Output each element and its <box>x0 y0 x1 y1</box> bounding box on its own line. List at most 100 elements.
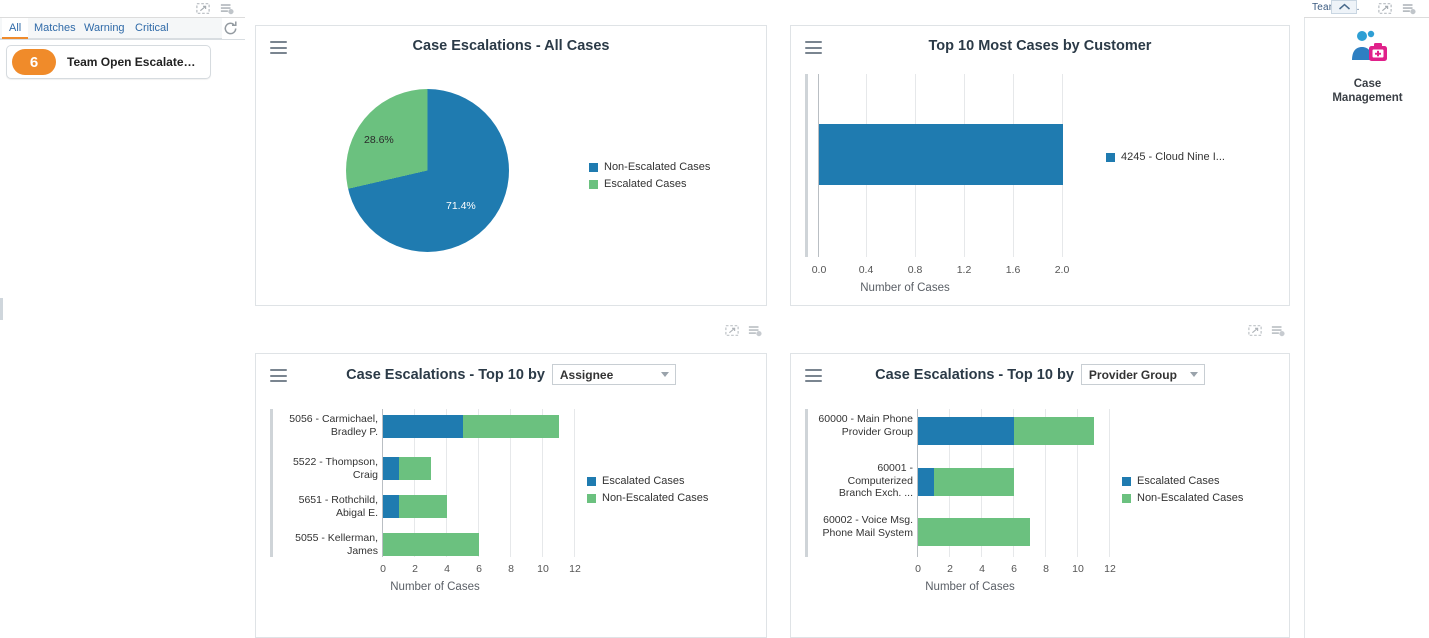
legend-item[interactable]: Escalated Cases <box>1122 475 1243 487</box>
kpi-card-team-open-escalated[interactable]: 6 Team Open Escalated ... <box>6 45 211 79</box>
snapshot-icon[interactable] <box>1248 324 1262 337</box>
x-axis-title: Number of Cases <box>925 581 1015 593</box>
right-panel-item-case-management[interactable]: Case Management <box>1305 28 1429 105</box>
y-axis-outline <box>270 409 273 557</box>
bar-chart-customer: 0.0 0.4 0.8 1.2 1.6 2.0 Number of Cases <box>805 74 1275 294</box>
bar-segment-escalated[interactable] <box>383 415 463 438</box>
tab-critical[interactable]: Critical <box>128 18 176 39</box>
legend-item[interactable]: Non-Escalated Cases <box>587 492 708 504</box>
legend-swatch-green <box>587 493 596 503</box>
bar-segment-non-escalated[interactable] <box>1014 417 1094 445</box>
bar-chart-provider: 60000 - Main Phone Provider Group 60001 … <box>805 404 1285 624</box>
legend-swatch-green <box>589 179 598 189</box>
pie-chart[interactable] <box>346 89 509 252</box>
chevron-down-icon <box>660 372 669 377</box>
x-tick-label: 12 <box>1104 563 1116 575</box>
bar-segment-escalated[interactable] <box>383 457 399 480</box>
export-report-icon[interactable] <box>1271 324 1285 337</box>
bar-segment-non-escalated[interactable] <box>463 415 559 438</box>
chevron-up-icon <box>1338 3 1350 10</box>
panel-case-escalations-top10-assignee: Case Escalations - Top 10 by Assignee 50… <box>255 353 767 638</box>
case-management-icon <box>1351 30 1387 61</box>
legend-label: Escalated Cases <box>602 475 685 487</box>
export-report-icon[interactable] <box>1402 2 1416 15</box>
legend-item[interactable]: Escalated Cases <box>589 178 710 190</box>
x-tick-label: 12 <box>569 563 581 575</box>
cell-toolbar-top-left <box>196 2 234 15</box>
legend-label: Non-Escalated Cases <box>1137 492 1244 504</box>
legend-item[interactable]: 4245 - Cloud Nine I... <box>1106 151 1225 163</box>
bar-segment-non-escalated[interactable] <box>399 457 431 480</box>
y-category-label: 5651 - Rothchild, Abigal E. <box>298 494 378 519</box>
x-axis-title: Number of Cases <box>860 282 950 294</box>
group-by-select-assignee[interactable]: Assignee <box>551 364 676 385</box>
legend-item[interactable]: Non-Escalated Cases <box>589 161 710 173</box>
legend-swatch-green <box>1122 493 1131 503</box>
cell-toolbar-provider <box>1248 324 1296 337</box>
tab-all[interactable]: All <box>2 18 29 39</box>
bar-segment-escalated[interactable] <box>383 495 399 518</box>
y-category-label: 5522 - Thompson, Craig <box>292 456 378 481</box>
bar-segment-non-escalated[interactable] <box>918 518 1030 546</box>
cell-toolbar-assignee <box>725 324 1296 337</box>
y-category-label: 5056 - Carmichael, Bradley P. <box>289 413 378 438</box>
snapshot-icon[interactable] <box>196 2 210 15</box>
export-report-icon[interactable] <box>220 2 234 15</box>
legend-item[interactable]: Escalated Cases <box>587 475 708 487</box>
legend-swatch-blue <box>589 162 598 172</box>
y-axis-outline <box>805 74 808 257</box>
assignee-legend: Escalated Cases Non-Escalated Cases <box>587 475 708 509</box>
x-tick-label: 2.0 <box>1054 264 1070 276</box>
x-tick-label: 0.8 <box>907 264 923 276</box>
provider-legend: Escalated Cases Non-Escalated Cases <box>1122 475 1243 509</box>
group-by-value: Provider Group <box>1088 367 1177 382</box>
chevron-down-icon <box>1189 372 1198 377</box>
x-tick-label: 0.4 <box>858 264 874 276</box>
legend-label: Non-Escalated Cases <box>602 492 709 504</box>
y-category-label: 5055 - Kellerman, James <box>295 532 378 557</box>
y-category-label: 60001 - Computerized Branch Exch. ... <box>838 462 913 499</box>
x-axis-title: Number of Cases <box>390 581 480 593</box>
legend-swatch-blue <box>587 476 596 486</box>
bar-segment-non-escalated[interactable] <box>934 468 1014 496</box>
snapshot-icon[interactable] <box>725 324 739 337</box>
group-by-select-provider[interactable]: Provider Group <box>1080 364 1205 385</box>
pie-slice-label-escalated: 28.6% <box>364 134 394 146</box>
collapse-panel-button[interactable] <box>1331 0 1357 14</box>
x-tick-label: 1.6 <box>1005 264 1021 276</box>
legend-swatch-blue <box>1122 476 1131 486</box>
bar-chart-assignee: 5056 - Carmichael, Bradley P. 5522 - Tho… <box>270 404 750 624</box>
legend-label: Escalated Cases <box>1137 475 1220 487</box>
x-tick-label: 0.0 <box>811 264 827 276</box>
left-panel-divider <box>0 39 245 40</box>
panel-title: Case Escalations - Top 10 by <box>875 366 1074 383</box>
panel-title: Case Escalations - All Cases <box>412 38 610 54</box>
legend-label: 4245 - Cloud Nine I... <box>1121 151 1225 163</box>
legend-item[interactable]: Non-Escalated Cases <box>1122 492 1243 504</box>
right-panel: Case Management <box>1304 18 1429 638</box>
dashboard-app: Team...v... All Matches Warning <box>0 0 1429 638</box>
bar-segment[interactable] <box>819 124 1063 185</box>
panel-case-escalations-all-cases: Case Escalations - All Cases 28.6% 71.4%… <box>255 25 767 306</box>
kpi-label: Team Open Escalated ... <box>67 55 197 69</box>
panel-resize-handle[interactable] <box>0 298 3 320</box>
left-panel: All Matches Warning Critical 6 Team Open… <box>0 18 245 638</box>
gridline <box>1109 409 1110 557</box>
tab-warning[interactable]: Warning <box>77 18 132 39</box>
export-report-icon[interactable] <box>748 324 762 337</box>
bar-segment-non-escalated[interactable] <box>399 495 447 518</box>
legend-label: Non-Escalated Cases <box>604 161 711 173</box>
panel-case-escalations-top10-provider-group: Case Escalations - Top 10 by Provider Gr… <box>790 353 1290 638</box>
panel-top-10-most-cases-by-customer: Top 10 Most Cases by Customer 0.0 0.4 0.… <box>790 25 1290 306</box>
pie-legend: Non-Escalated Cases Escalated Cases <box>589 161 710 195</box>
panel-title-row: Case Escalations - Top 10 by Assignee <box>256 364 766 385</box>
refresh-icon[interactable] <box>222 20 239 37</box>
right-panel-item-label-line2: Management <box>1332 92 1403 104</box>
bar-segment-escalated[interactable] <box>918 417 1014 445</box>
gridline <box>574 409 575 557</box>
snapshot-icon[interactable] <box>1378 2 1392 15</box>
tab-matches[interactable]: Matches <box>27 18 83 39</box>
bar-segment-escalated[interactable] <box>918 468 934 496</box>
bar-segment-non-escalated[interactable] <box>383 533 479 556</box>
y-axis-outline <box>805 409 808 557</box>
